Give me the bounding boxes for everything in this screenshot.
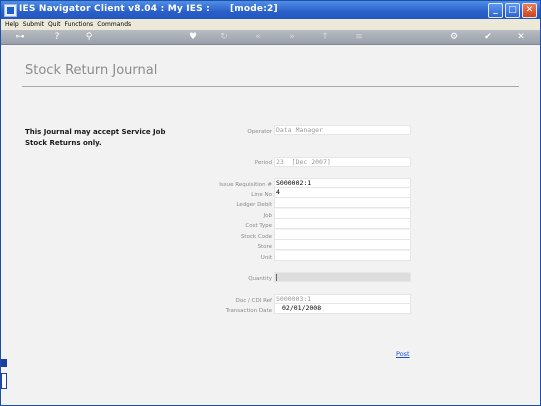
text-cursor xyxy=(276,274,277,281)
transaction-date-field[interactable]: 02/01/2008 xyxy=(274,304,411,314)
ledger-debit-label: Ledger Debit xyxy=(236,202,272,208)
taskbar-stub-icon xyxy=(1,359,7,367)
quantity-label: Quantity xyxy=(248,276,272,282)
side-panel-icon xyxy=(1,373,7,389)
transaction-date-label: Transaction Date xyxy=(225,308,272,314)
quantity-field[interactable] xyxy=(274,272,411,282)
list-icon[interactable]: ≡ xyxy=(353,31,365,43)
menu-quit[interactable]: Quit xyxy=(48,19,61,30)
journal-note-line-2: Stock Returns only. xyxy=(25,139,102,147)
minimize-icon[interactable]: _ xyxy=(488,3,503,18)
job-field[interactable] xyxy=(274,209,411,219)
settings-icon[interactable]: ⚙ xyxy=(448,31,460,43)
help-icon[interactable]: ? xyxy=(51,31,63,43)
stock-code-field[interactable] xyxy=(274,230,411,240)
app-icon xyxy=(4,4,17,17)
cost-type-label: Cost Type xyxy=(245,223,272,229)
title-bar[interactable]: IES Navigator Client v8.04 : My IES : [m… xyxy=(1,1,540,19)
ok-icon[interactable]: ✔ xyxy=(482,31,494,43)
menu-commands[interactable]: Commands xyxy=(97,19,131,30)
refresh-icon[interactable]: ↻ xyxy=(218,31,230,43)
store-label: Store xyxy=(257,244,272,250)
menu-bar: Help Submit Quit Functions Commands xyxy=(1,19,540,30)
first-page-icon[interactable]: « xyxy=(252,31,264,43)
ledger-debit-field[interactable] xyxy=(274,198,411,208)
close-icon[interactable]: ✕ xyxy=(522,3,537,18)
issue-requisition-label: Issue Requisition # xyxy=(219,182,272,188)
doc-cdi-ref-field: S000003:1 xyxy=(274,294,411,304)
unit-label: Unit xyxy=(260,255,272,261)
doc-cdi-ref-label: Doc / CDI Ref xyxy=(235,298,272,304)
menu-help[interactable]: Help xyxy=(5,19,19,30)
menu-functions[interactable]: Functions xyxy=(65,19,94,30)
page-title: Stock Return Journal xyxy=(25,63,158,78)
job-label: Job xyxy=(263,213,272,219)
window-title: IES Navigator Client v8.04 : My IES : [m… xyxy=(19,4,278,14)
key-icon[interactable]: ⊶ xyxy=(9,31,31,43)
cancel-icon[interactable]: ✕ xyxy=(515,31,527,43)
cost-type-field[interactable] xyxy=(274,219,411,229)
up-icon[interactable]: ↑ xyxy=(319,31,331,43)
line-no-field[interactable]: 4 xyxy=(274,188,411,198)
operator-label: Operator xyxy=(247,129,272,135)
journal-note: This Journal may accept Service Job Stoc… xyxy=(25,127,175,149)
period-field: 23 [Dec 2007] xyxy=(274,157,411,167)
form-area: Stock Return Journal This Journal may ac… xyxy=(8,45,532,403)
unit-field[interactable] xyxy=(274,251,411,261)
journal-note-line-1: This Journal may accept Service Job xyxy=(25,128,166,136)
app-window: IES Navigator Client v8.04 : My IES : [m… xyxy=(0,0,541,406)
favorite-icon[interactable]: ♥ xyxy=(187,31,199,43)
last-page-icon[interactable]: » xyxy=(286,31,298,43)
post-link[interactable]: Post xyxy=(396,350,410,358)
period-label: Period xyxy=(254,160,272,166)
line-no-label: Line No xyxy=(251,192,272,198)
maximize-icon[interactable]: □ xyxy=(505,3,520,18)
search-icon[interactable]: ⚲ xyxy=(83,31,95,43)
window-controls: _ □ ✕ xyxy=(488,3,537,18)
issue-requisition-field[interactable]: S000002:1 xyxy=(274,178,411,188)
operator-field: Data Manager xyxy=(274,125,411,135)
stock-code-label: Stock Code xyxy=(240,234,272,240)
toolbar: ⊶ ? ⚲ ♥ ↻ « » ↑ ≡ ⚙ ✔ ✕ xyxy=(1,30,540,45)
title-divider xyxy=(22,86,519,87)
menu-submit[interactable]: Submit xyxy=(23,19,44,30)
store-field[interactable] xyxy=(274,240,411,250)
